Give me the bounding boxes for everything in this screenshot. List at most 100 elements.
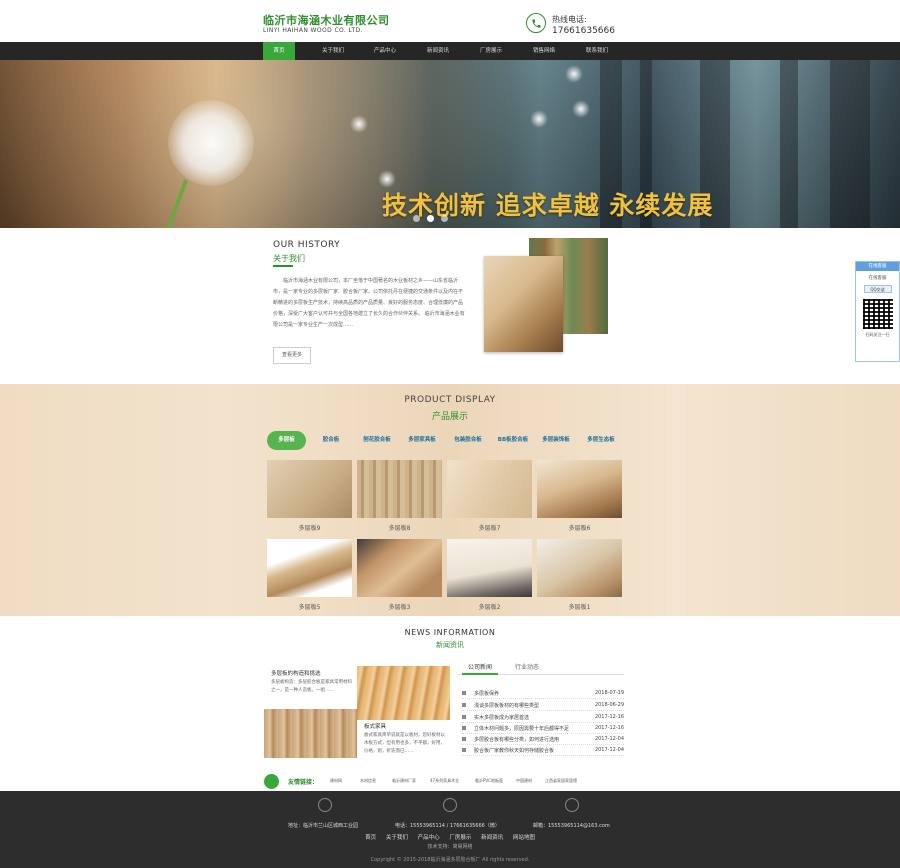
friend-link[interactable]: 中国建材 bbox=[516, 778, 532, 784]
news-item-title[interactable]: 胶合板厂家教你秋天如何存储胶合板 bbox=[474, 747, 554, 754]
footer-link[interactable]: 厂房展示 bbox=[449, 835, 471, 841]
dandelion-image bbox=[168, 100, 254, 186]
banner-dot[interactable] bbox=[427, 215, 434, 222]
news-item-title[interactable]: 立体木材问题多，原因需要十年后都得不足 bbox=[474, 725, 569, 732]
friend-link[interactable]: 临沂建材厂家 bbox=[392, 778, 416, 784]
about-title-cn: 关于我们 bbox=[273, 254, 305, 263]
nav-item-news[interactable]: 新闻资讯 bbox=[418, 42, 458, 60]
news-list-item[interactable]: 立体木材问题多，原因需要十年后都得不足 2017-12-16 bbox=[462, 723, 624, 734]
footer-link[interactable]: 新闻资讯 bbox=[481, 835, 503, 841]
nav-item-contact[interactable]: 联系我们 bbox=[577, 42, 617, 60]
bullet-icon bbox=[462, 703, 466, 707]
product-caption[interactable]: 多层板3 bbox=[357, 602, 442, 611]
online-service-widget[interactable]: 在线客服 在线客服 QQ交谈 扫码关注一扫 bbox=[855, 261, 900, 362]
nav-item-products[interactable]: 产品中心 bbox=[365, 42, 405, 60]
hotline-number: 17661635666 bbox=[552, 26, 615, 36]
news-list-item[interactable]: 实木多层板成为家居首选 2017-12-16 bbox=[462, 712, 624, 723]
nav-item-about[interactable]: 关于我们 bbox=[313, 42, 353, 60]
news-item-title[interactable]: 实木多层板成为家居首选 bbox=[474, 714, 529, 721]
qq-chat-button[interactable]: QQ交谈 bbox=[863, 285, 892, 293]
news-item-date: 2018-06-29 bbox=[594, 702, 624, 708]
footer-email: 邮箱：15553965114@163.com bbox=[533, 823, 610, 829]
company-name-cn[interactable]: 临沂市海涵木业有限公司 bbox=[263, 12, 390, 28]
bullet-icon bbox=[462, 691, 466, 695]
news-title-en: NEWS INFORMATION bbox=[404, 628, 496, 637]
product-caption[interactable]: 多层板5 bbox=[267, 602, 352, 611]
featured-news-image[interactable] bbox=[264, 709, 357, 758]
product-tab[interactable]: 多层装饰板 bbox=[538, 431, 574, 450]
product-tab[interactable]: 胶合板 bbox=[313, 431, 349, 450]
footer-link[interactable]: 产品中心 bbox=[418, 835, 440, 841]
featured-news-title[interactable]: 板式家具 bbox=[364, 722, 386, 730]
banner-pagination bbox=[413, 215, 448, 222]
banner-dot[interactable] bbox=[441, 215, 448, 222]
product-caption[interactable]: 多层板6 bbox=[537, 523, 622, 532]
product-title-en: PRODUCT DISPLAY bbox=[404, 395, 496, 405]
news-list-item[interactable]: 胶合板厂家教你秋天如何存储胶合板 2017-12-04 bbox=[462, 745, 624, 756]
product-section: PRODUCT DISPLAY 产品展示 多层板 胶合板 刨花胶合板 多层家具板… bbox=[0, 384, 900, 616]
hero-banner[interactable]: 技术创新 追求卓越 永续发展 bbox=[0, 60, 900, 228]
product-image[interactable] bbox=[537, 539, 622, 597]
news-list-item[interactable]: 多层胶合板有哪些分类，如何进行选用 2017-12-04 bbox=[462, 734, 624, 745]
dandelion-seed bbox=[572, 100, 590, 118]
hotline-label: 热线电话: bbox=[552, 15, 587, 24]
featured-news-text: 多层板构造：多层胶合板是家具常用材料之一，是一种人造板。一组…… bbox=[271, 680, 352, 693]
product-tab[interactable]: 包装胶合板 bbox=[448, 431, 488, 450]
bullet-icon bbox=[462, 715, 466, 719]
nav-item-home[interactable]: 首页 bbox=[263, 42, 295, 60]
page: 临沂市海涵木业有限公司 LINYI HAIHAN WOOD CO. LTD. 热… bbox=[0, 0, 900, 868]
service-widget-label: 在线客服 bbox=[868, 276, 887, 281]
dandelion-seed bbox=[530, 110, 548, 128]
product-tab[interactable]: 多层家具板 bbox=[402, 431, 442, 450]
product-title-cn: 产品展示 bbox=[431, 412, 468, 422]
news-list-item[interactable]: 多层板保养 2018-07-19 bbox=[462, 688, 624, 699]
featured-news-image[interactable] bbox=[357, 666, 450, 720]
qr-code-image bbox=[862, 299, 893, 329]
footer-phone: 电话：15553965114 / 17661635666（微） bbox=[395, 823, 500, 829]
product-tab[interactable]: 多层生态板 bbox=[581, 431, 621, 450]
about-title-underline bbox=[273, 265, 293, 267]
footer-link[interactable]: 关于我们 bbox=[386, 835, 408, 841]
product-caption[interactable]: 多层板7 bbox=[447, 523, 532, 532]
bullet-icon bbox=[462, 726, 466, 730]
friend-link[interactable]: 47系列家具木业 bbox=[430, 778, 459, 784]
nav-item-factory[interactable]: 厂房展示 bbox=[471, 42, 511, 60]
product-tab[interactable]: 刨花胶合板 bbox=[355, 431, 399, 450]
product-image[interactable] bbox=[267, 460, 352, 518]
view-more-button[interactable]: 查看更多 bbox=[273, 347, 311, 364]
news-item-title[interactable]: 浅谈多层板板材的有哪些类型 bbox=[474, 702, 539, 709]
news-section: NEWS INFORMATION 新闻资讯 多层板的构造和挑选 多层板构造：多层… bbox=[0, 616, 900, 791]
footer-link[interactable]: 网站地图 bbox=[513, 835, 535, 841]
news-item-date: 2017-12-04 bbox=[594, 736, 624, 742]
product-tab[interactable]: 多层板 bbox=[267, 431, 306, 450]
friend-links-label: 友情链接： bbox=[288, 779, 319, 786]
product-image[interactable] bbox=[357, 460, 442, 518]
product-image[interactable] bbox=[537, 460, 622, 518]
friend-link[interactable]: 临沂PVC地板面 bbox=[475, 778, 503, 784]
product-caption[interactable]: 多层板1 bbox=[537, 602, 622, 611]
product-image[interactable] bbox=[267, 539, 352, 597]
product-tab[interactable]: BB板胶合板 bbox=[493, 431, 533, 450]
footer-link[interactable]: 首页 bbox=[365, 835, 376, 841]
product-caption[interactable]: 多层板9 bbox=[267, 523, 352, 532]
news-item-title[interactable]: 多层板保养 bbox=[474, 690, 499, 697]
news-item-date: 2017-12-16 bbox=[594, 714, 624, 720]
footer-tech-support: 技术支持：简易网络 bbox=[427, 844, 473, 850]
company-name-en: LINYI HAIHAN WOOD CO. LTD. bbox=[263, 27, 363, 34]
product-image[interactable] bbox=[447, 460, 532, 518]
about-section: OUR HISTORY 关于我们 临沂市海涵木业有限公司，本厂坐落于中国著名的木… bbox=[0, 228, 900, 384]
product-image[interactable] bbox=[447, 539, 532, 597]
featured-news-title[interactable]: 多层板的构造和挑选 bbox=[271, 669, 321, 677]
friend-link[interactable]: 建材网 bbox=[330, 778, 342, 784]
news-item-title[interactable]: 多层胶合板有哪些分类，如何进行选用 bbox=[474, 736, 559, 743]
news-tab-industry[interactable]: 行业动态 bbox=[515, 662, 539, 671]
product-caption[interactable]: 多层板2 bbox=[447, 602, 532, 611]
product-caption[interactable]: 多层板8 bbox=[357, 523, 442, 532]
product-image[interactable] bbox=[357, 539, 442, 597]
friend-link[interactable]: 木材信息 bbox=[360, 778, 376, 784]
news-list-item[interactable]: 浅谈多层板板材的有哪些类型 2018-06-29 bbox=[462, 700, 624, 711]
friend-link[interactable]: 江西省家居家居馆 bbox=[545, 778, 577, 784]
banner-dot[interactable] bbox=[413, 215, 420, 222]
news-tab-company[interactable]: 公司新闻 bbox=[468, 662, 492, 671]
nav-item-sales[interactable]: 销售网络 bbox=[524, 42, 564, 60]
